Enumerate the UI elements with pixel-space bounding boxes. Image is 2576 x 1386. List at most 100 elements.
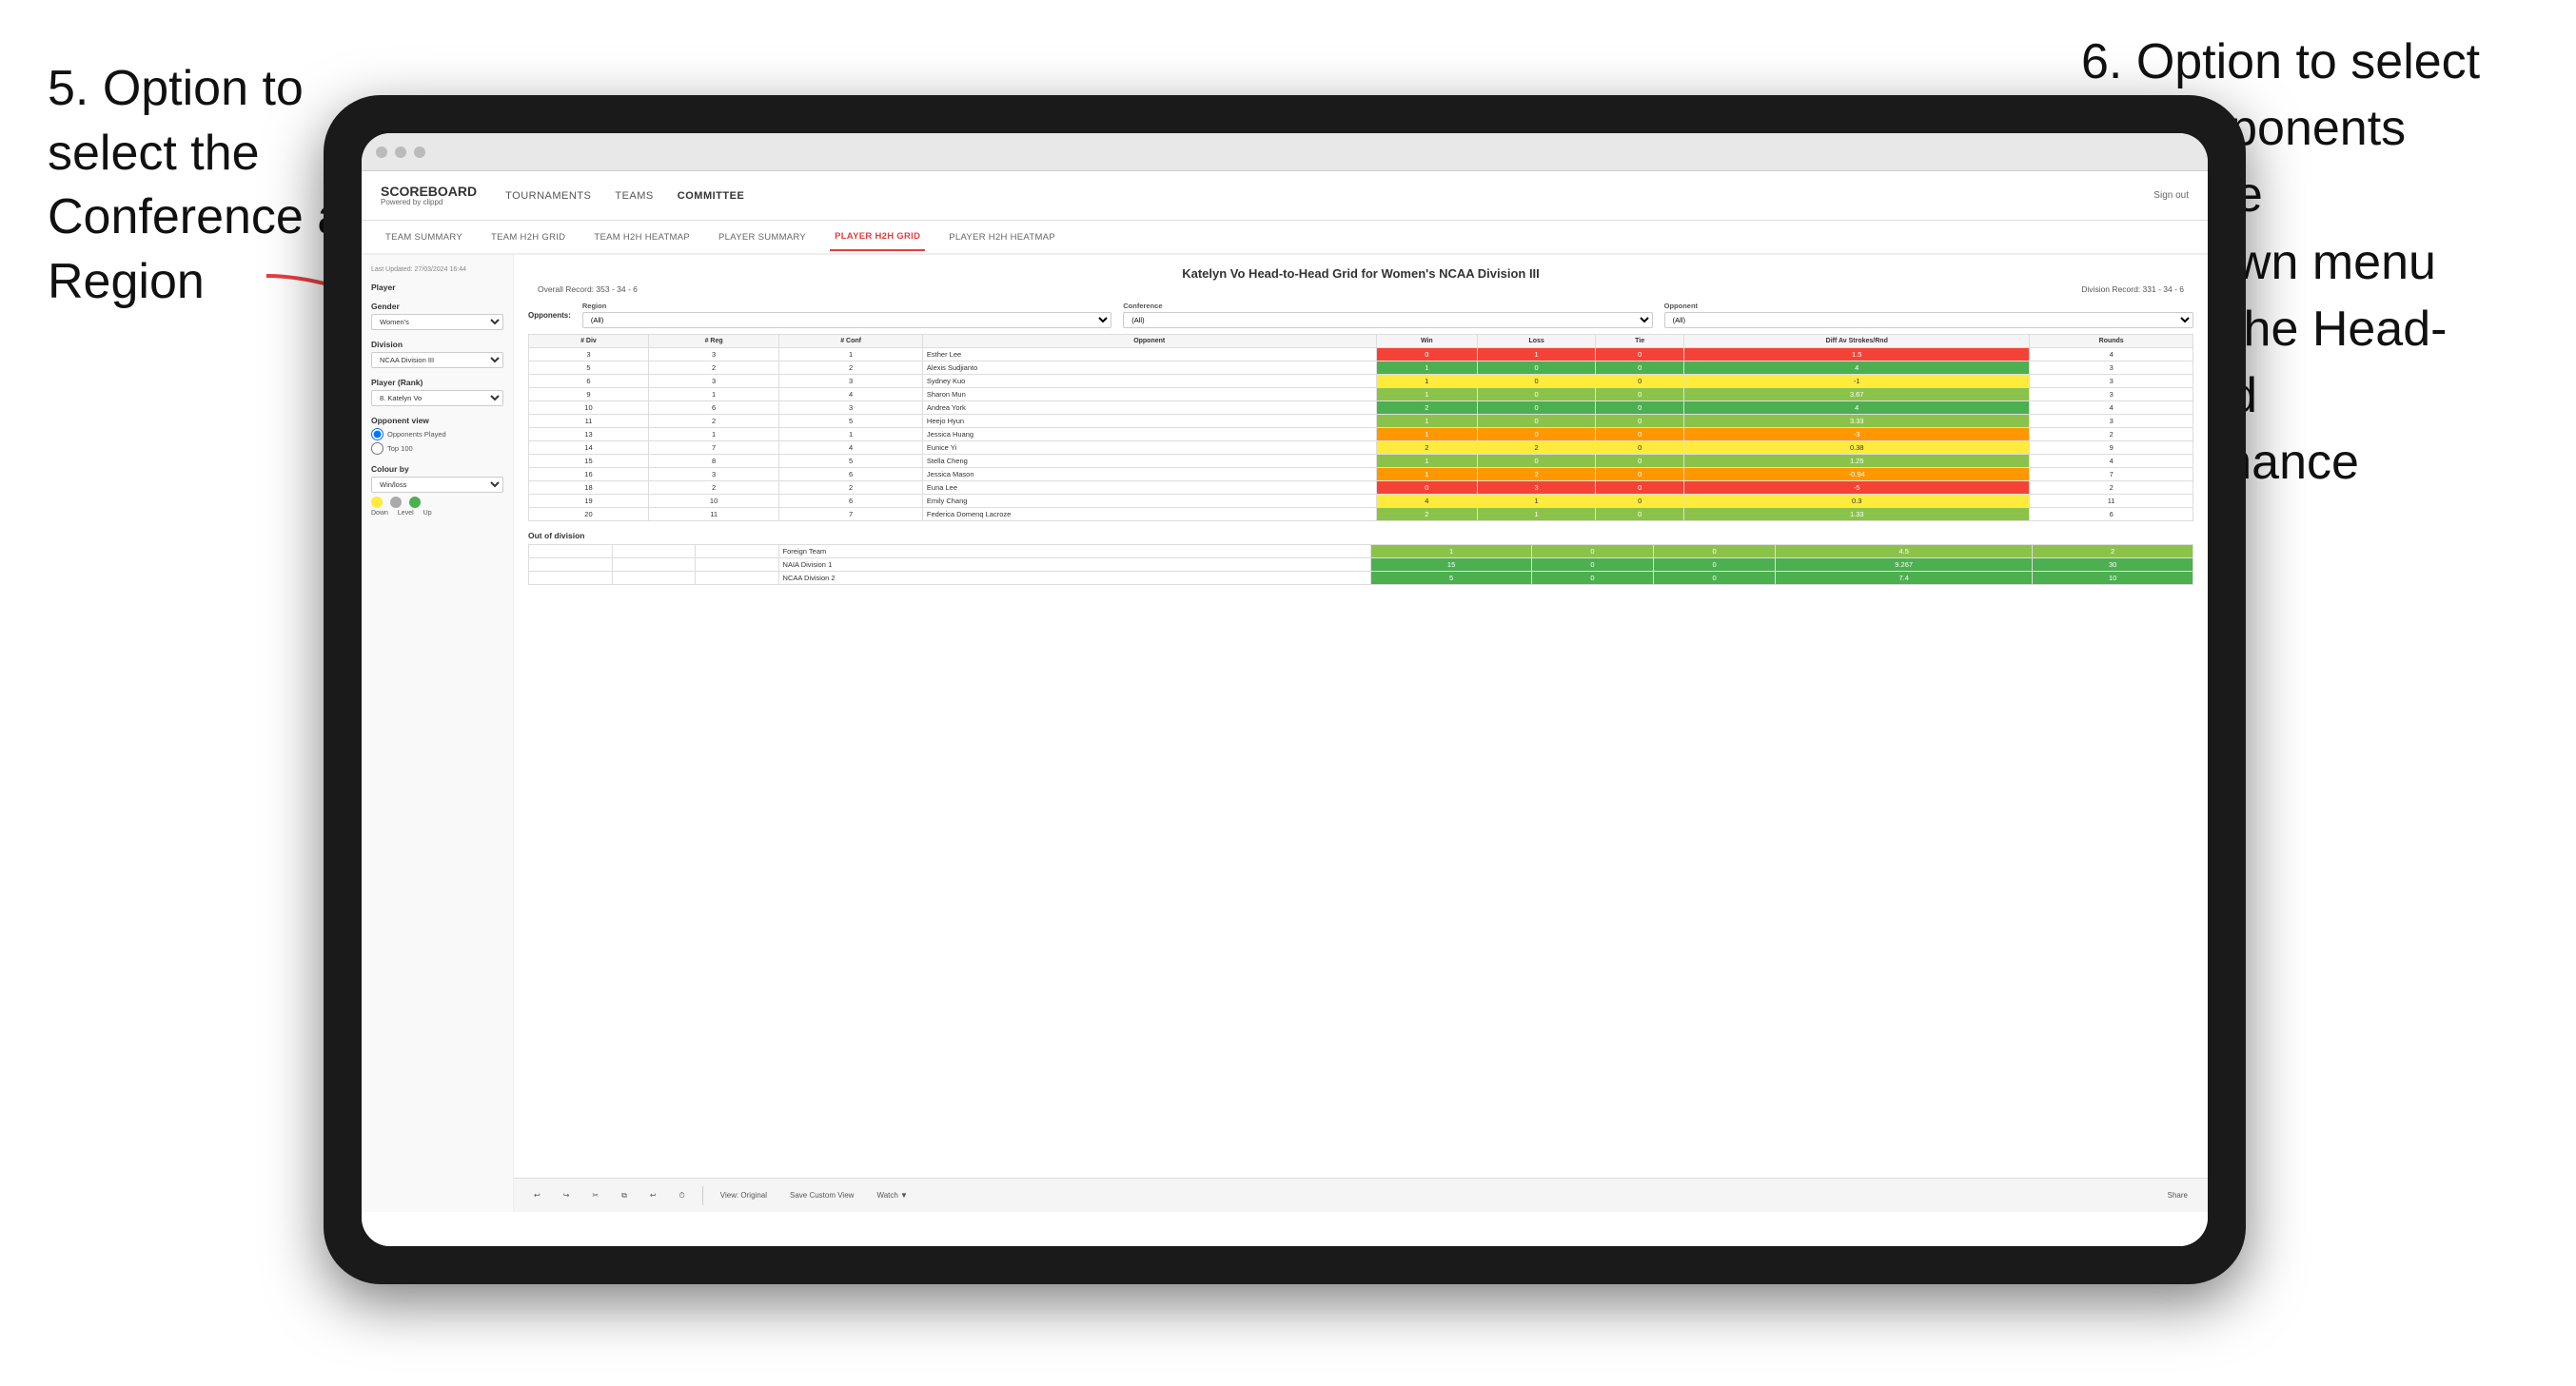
out-table-row: NCAA Division 25007.410 bbox=[529, 572, 2193, 585]
toolbar-copy[interactable]: ⧉ bbox=[616, 1188, 633, 1203]
annotation-left-line2: select the bbox=[48, 126, 260, 181]
table-row: 1125Heejo Hyun1003.333 bbox=[529, 415, 2193, 428]
sidebar-colour-label: Colour by bbox=[371, 464, 503, 474]
sidebar-player-rank-section: Player (Rank) 8. Katelyn Vo bbox=[371, 378, 503, 406]
col-reg: # Reg bbox=[648, 335, 778, 348]
out-of-division-table: Foreign Team1004.52NAIA Division 115009.… bbox=[528, 544, 2193, 585]
toolbar-share[interactable]: Share bbox=[2162, 1188, 2193, 1202]
legend-dot-level bbox=[390, 497, 402, 508]
main-layout: Last Updated: 27/03/2024 16:44 Player Ge… bbox=[362, 255, 2208, 1212]
nav-committee[interactable]: COMMITTEE bbox=[678, 185, 745, 206]
sidebar-player-label: Player bbox=[371, 283, 503, 292]
toolbar-cut[interactable]: ✂ bbox=[586, 1188, 604, 1202]
annotation-left-line1: 5. Option to bbox=[48, 61, 304, 116]
conference-label: Conference bbox=[1123, 302, 1652, 310]
out-table-row: NAIA Division 115009.26730 bbox=[529, 558, 2193, 572]
toolbar-watch[interactable]: Watch ▼ bbox=[871, 1188, 914, 1202]
region-filter: Region (All) bbox=[582, 302, 1111, 328]
record-row: Overall Record: 353 - 34 - 6 Division Re… bbox=[528, 284, 2193, 294]
data-table: # Div # Reg # Conf Opponent Win Loss Tie… bbox=[528, 334, 2193, 521]
table-row: 914Sharon Mun1003.673 bbox=[529, 388, 2193, 401]
table-row: 20117Federica Domenq Lacroze2101.336 bbox=[529, 508, 2193, 521]
nav-tournaments[interactable]: TOURNAMENTS bbox=[505, 185, 591, 206]
opponent-radio-top100-input[interactable] bbox=[371, 442, 383, 455]
toolbar-paste[interactable]: ↩ bbox=[644, 1188, 662, 1202]
out-table-body: Foreign Team1004.52NAIA Division 115009.… bbox=[529, 545, 2193, 585]
sub-nav-team-h2h-heatmap[interactable]: TEAM H2H HEATMAP bbox=[589, 224, 695, 250]
page-title: Katelyn Vo Head-to-Head Grid for Women's… bbox=[528, 266, 2193, 281]
col-conf: # Conf bbox=[779, 335, 923, 348]
nav-teams[interactable]: TEAMS bbox=[615, 185, 653, 206]
toolbar-save-custom[interactable]: Save Custom View bbox=[784, 1188, 859, 1202]
opponent-radio-played[interactable]: Opponents Played bbox=[371, 428, 503, 440]
legend-label-level: Level bbox=[398, 510, 414, 517]
sub-nav-team-summary[interactable]: TEAM SUMMARY bbox=[381, 224, 467, 250]
opponent-played-label: Opponents Played bbox=[387, 430, 446, 439]
legend-dots bbox=[371, 497, 503, 508]
sidebar-opponent-view-section: Opponent view Opponents Played Top 100 bbox=[371, 416, 503, 455]
colour-select[interactable]: Win/loss bbox=[371, 477, 503, 493]
sub-nav: TEAM SUMMARY TEAM H2H GRID TEAM H2H HEAT… bbox=[362, 221, 2208, 255]
table-row: 1585Stella Cheng1001.254 bbox=[529, 455, 2193, 468]
sub-nav-player-h2h-heatmap[interactable]: PLAYER H2H HEATMAP bbox=[944, 224, 1060, 250]
toolbar-redo[interactable]: ↪ bbox=[558, 1188, 576, 1202]
sidebar-gender-label: Gender bbox=[371, 302, 503, 311]
toolbar: ↩ ↪ ✂ ⧉ ↩ ⏱ View: Original Save Custom V… bbox=[514, 1178, 2208, 1212]
region-select[interactable]: (All) bbox=[582, 312, 1111, 328]
opponent-radio-group: Opponents Played Top 100 bbox=[371, 428, 503, 455]
logo: SCOREBOARD Powered by clippd bbox=[381, 185, 477, 206]
conference-select[interactable]: (All) bbox=[1123, 312, 1652, 328]
top-nav: SCOREBOARD Powered by clippd TOURNAMENTS… bbox=[362, 171, 2208, 221]
table-row: 1822Euna Lee030-52 bbox=[529, 481, 2193, 495]
out-of-division-label: Out of division bbox=[528, 531, 2193, 540]
legend-labels: Down Level Up bbox=[371, 510, 503, 517]
gender-select[interactable]: Women's bbox=[371, 314, 503, 330]
opponent-radio-top100[interactable]: Top 100 bbox=[371, 442, 503, 455]
sidebar-division-label: Division bbox=[371, 340, 503, 349]
table-body: 331Esther Lee0101.54522Alexis Sudjianto1… bbox=[529, 348, 2193, 521]
table-row: 1063Andrea York20044 bbox=[529, 401, 2193, 415]
player-rank-select[interactable]: 8. Katelyn Vo bbox=[371, 390, 503, 406]
legend-label-up: Up bbox=[423, 510, 432, 517]
browser-chrome bbox=[362, 133, 2208, 171]
opponent-top100-label: Top 100 bbox=[387, 444, 413, 453]
sidebar-opponent-view-label: Opponent view bbox=[371, 416, 503, 425]
browser-dot-2 bbox=[395, 146, 406, 158]
annotation-left-line4: Region bbox=[48, 254, 205, 309]
col-tie: Tie bbox=[1596, 335, 1684, 348]
tablet: SCOREBOARD Powered by clippd TOURNAMENTS… bbox=[324, 95, 2246, 1284]
table-row: 1474Eunice Yi2200.389 bbox=[529, 441, 2193, 455]
sidebar-colour-section: Colour by Win/loss Down Level Up bbox=[371, 464, 503, 517]
opponent-radio-played-input[interactable] bbox=[371, 428, 383, 440]
filter-bar: Opponents: Region (All) Conference (All) bbox=[528, 302, 2193, 328]
col-win: Win bbox=[1376, 335, 1478, 348]
content-area: Katelyn Vo Head-to-Head Grid for Women's… bbox=[514, 255, 2208, 1212]
sidebar-gender-section: Gender Women's bbox=[371, 302, 503, 330]
app-content: SCOREBOARD Powered by clippd TOURNAMENTS… bbox=[362, 171, 2208, 1246]
logo-text: SCOREBOARD bbox=[381, 185, 477, 198]
sidebar: Last Updated: 27/03/2024 16:44 Player Ge… bbox=[362, 255, 514, 1212]
sub-nav-team-h2h-grid[interactable]: TEAM H2H GRID bbox=[486, 224, 570, 250]
nav-right: Sign out bbox=[2153, 190, 2189, 201]
division-record: Division Record: 331 - 34 - 6 bbox=[2081, 284, 2184, 294]
toolbar-timer[interactable]: ⏱ bbox=[674, 1188, 691, 1203]
sidebar-updated: Last Updated: 27/03/2024 16:44 bbox=[371, 266, 503, 273]
sidebar-player-rank-label: Player (Rank) bbox=[371, 378, 503, 387]
toolbar-view-original[interactable]: View: Original bbox=[715, 1188, 773, 1202]
table-row: 522Alexis Sudjianto10043 bbox=[529, 361, 2193, 375]
sub-nav-player-h2h-grid[interactable]: PLAYER H2H GRID bbox=[830, 224, 925, 251]
logo-sub-text: Powered by clippd bbox=[381, 198, 477, 206]
division-select[interactable]: NCAA Division III bbox=[371, 352, 503, 368]
legend-dot-down bbox=[371, 497, 383, 508]
legend-dot-up bbox=[409, 497, 421, 508]
sign-out-link[interactable]: Sign out bbox=[2153, 190, 2189, 201]
table-row: 1311Jessica Huang100-32 bbox=[529, 428, 2193, 441]
toolbar-sep-1 bbox=[702, 1186, 703, 1205]
sub-nav-player-summary[interactable]: PLAYER SUMMARY bbox=[714, 224, 811, 250]
nav-items: TOURNAMENTS TEAMS COMMITTEE bbox=[505, 185, 2125, 206]
opponent-select[interactable]: (All) bbox=[1664, 312, 2193, 328]
table-row: 1636Jessica Mason120-0.947 bbox=[529, 468, 2193, 481]
overall-record: Overall Record: 353 - 34 - 6 bbox=[538, 284, 638, 294]
tablet-screen: SCOREBOARD Powered by clippd TOURNAMENTS… bbox=[362, 133, 2208, 1246]
toolbar-undo[interactable]: ↩ bbox=[528, 1188, 546, 1202]
